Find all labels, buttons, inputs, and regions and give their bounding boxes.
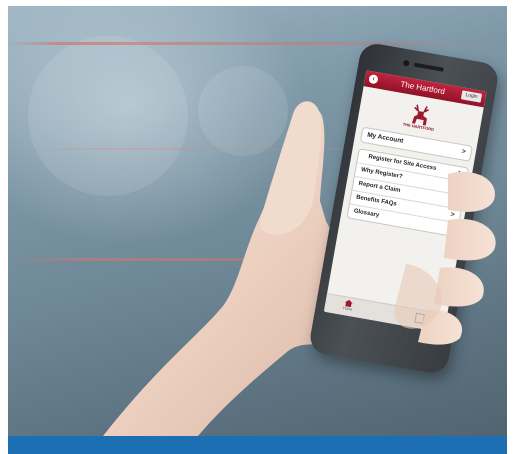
chevron-right-icon: > — [454, 183, 461, 192]
my-account-label: My Account — [366, 131, 404, 145]
chevron-right-icon: > — [449, 211, 456, 219]
chevron-right-icon: > — [457, 169, 463, 178]
photo-background: ‹ The Hartford Login THE HARTFORD My Acc… — [8, 6, 507, 436]
document-icon[interactable] — [414, 312, 425, 325]
home-icon — [344, 299, 353, 307]
back-button[interactable]: ‹ — [368, 74, 379, 85]
chevron-right-icon: > — [452, 197, 458, 206]
tab-home[interactable]: Home — [340, 299, 356, 315]
blue-footer-bar — [8, 436, 507, 454]
chevron-right-icon: > — [461, 148, 467, 156]
chevron-right-icon: > — [447, 225, 453, 233]
menu-list: Register for Site Access > Why Register?… — [346, 148, 470, 238]
login-button[interactable]: Login — [460, 90, 483, 103]
